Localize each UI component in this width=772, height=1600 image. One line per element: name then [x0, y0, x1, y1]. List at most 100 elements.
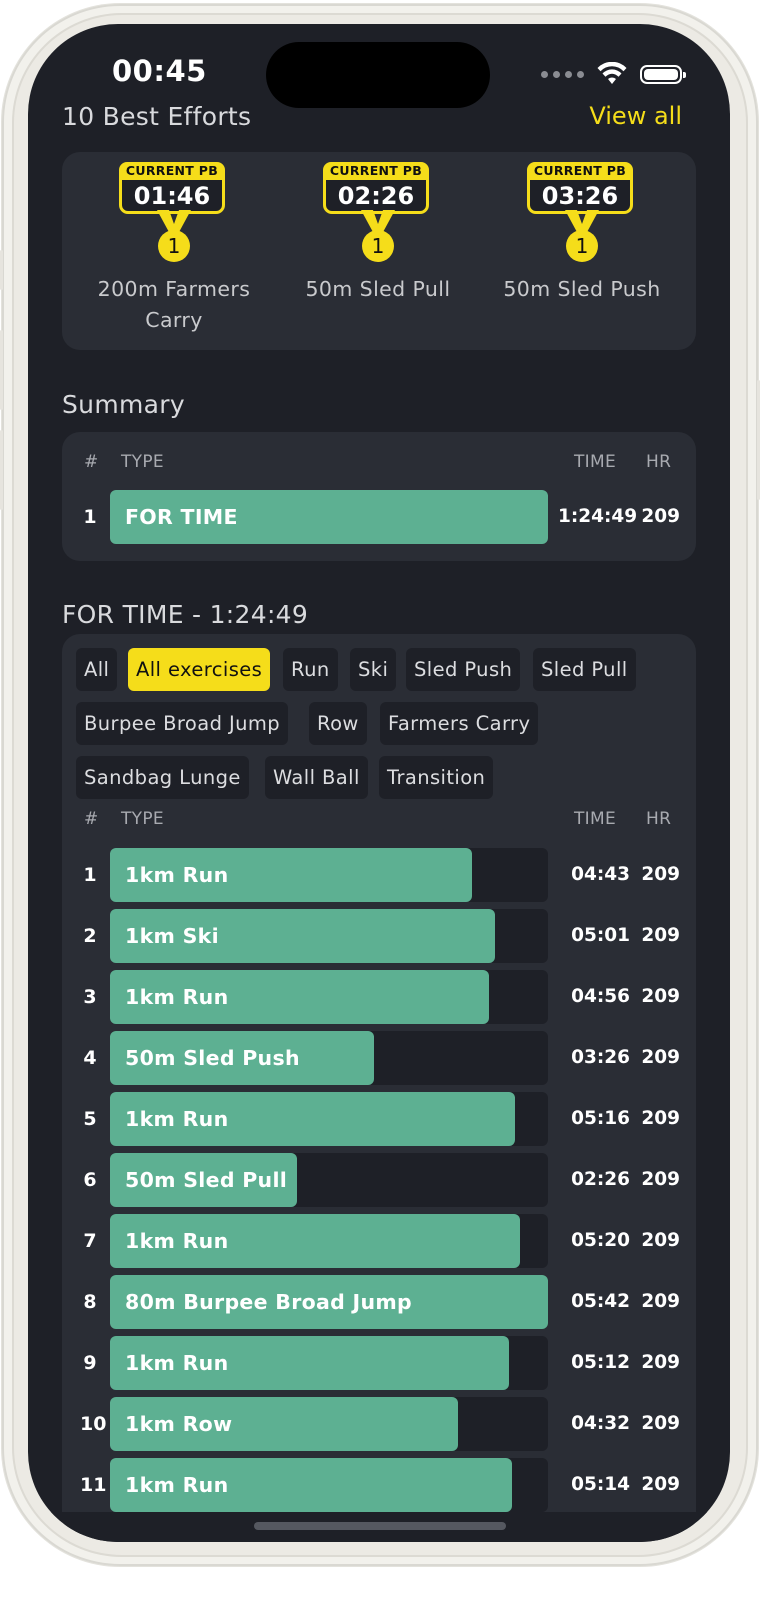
- medal-icon: CURRENT PB 01:46 1: [119, 162, 229, 274]
- segment-row[interactable]: 1 1km Run 04:43 209: [62, 848, 696, 902]
- row-time: 03:26: [571, 1047, 630, 1068]
- filter-chip-ski[interactable]: Ski: [350, 648, 397, 691]
- row-number: 10: [80, 1413, 107, 1435]
- segment-row[interactable]: 10 1km Row 04:32 209: [62, 1397, 696, 1451]
- segment-row[interactable]: 5 1km Run 05:16 209: [62, 1092, 696, 1146]
- filter-chip-sled-push[interactable]: Sled Push: [406, 648, 521, 691]
- row-time: 05:12: [571, 1352, 630, 1373]
- pb-tag: CURRENT PB: [323, 162, 429, 180]
- filter-chip-sandbag-lunge[interactable]: Sandbag Lunge: [76, 756, 249, 799]
- row-type: 50m Sled Pull: [125, 1168, 288, 1192]
- row-type: 1km Run: [125, 863, 229, 887]
- pb-rank: 1: [158, 230, 190, 262]
- filter-chip-run[interactable]: Run: [283, 648, 338, 691]
- detail-title: FOR TIME - 1:24:49: [62, 600, 309, 629]
- row-time: 05:42: [571, 1291, 630, 1312]
- col-header-type: TYPE: [121, 809, 164, 829]
- row-number: 6: [83, 1169, 97, 1191]
- signal-dots-icon: [541, 70, 584, 78]
- row-number: 7: [83, 1230, 97, 1252]
- filter-chip-transition[interactable]: Transition: [379, 756, 494, 799]
- segment-row[interactable]: 7 1km Run 05:20 209: [62, 1214, 696, 1268]
- row-bar-track: 1km Run: [110, 1092, 548, 1146]
- side-button-left-3: [0, 430, 3, 510]
- row-number: 8: [83, 1291, 97, 1313]
- summary-title: Summary: [62, 390, 185, 419]
- summary-row[interactable]: 1 FOR TIME 1:24:49 209: [62, 490, 696, 544]
- row-time: 02:26: [571, 1169, 630, 1190]
- row-type: 1km Run: [125, 1107, 229, 1131]
- row-number: 2: [83, 925, 97, 947]
- row-type: FOR TIME: [125, 505, 238, 529]
- row-time: 05:16: [571, 1108, 630, 1129]
- segment-row[interactable]: 8 80m Burpee Broad Jump 05:42 209: [62, 1275, 696, 1329]
- pb-time: 03:26: [541, 182, 619, 210]
- best-effort-item[interactable]: CURRENT PB 03:26 1 50m Sled Push: [482, 162, 682, 305]
- row-number: 1: [83, 506, 97, 528]
- best-efforts-card: CURRENT PB 01:46 1 200m Farmers Carry CU…: [62, 152, 696, 350]
- medal-icon: CURRENT PB 02:26 1: [323, 162, 433, 274]
- row-type: 1km Run: [125, 1229, 229, 1253]
- row-number: 3: [83, 986, 97, 1008]
- best-effort-item[interactable]: CURRENT PB 01:46 1 200m Farmers Carry: [74, 162, 274, 336]
- row-bar-track: 1km Run: [110, 848, 548, 902]
- dynamic-island: [266, 42, 490, 108]
- row-number: 5: [83, 1108, 97, 1130]
- segment-row[interactable]: 9 1km Run 05:12 209: [62, 1336, 696, 1390]
- filter-chip-all[interactable]: All: [76, 648, 118, 691]
- side-button-right: [757, 380, 760, 500]
- row-type: 1km Run: [125, 1473, 229, 1497]
- filter-chip-wall-ball[interactable]: Wall Ball: [265, 756, 368, 799]
- row-time: 1:24:49: [558, 506, 638, 527]
- col-header-type: TYPE: [121, 452, 164, 472]
- segment-row[interactable]: 3 1km Run 04:56 209: [62, 970, 696, 1024]
- segment-row[interactable]: 2 1km Ski 05:01 209: [62, 909, 696, 963]
- medal-icon: CURRENT PB 03:26 1: [527, 162, 637, 274]
- row-number: 4: [83, 1047, 97, 1069]
- segment-row[interactable]: 11 1km Run 05:14 209: [62, 1458, 696, 1512]
- row-type: 1km Run: [125, 985, 229, 1009]
- row-hr: 209: [641, 1474, 680, 1495]
- view-all-link[interactable]: View all: [589, 102, 682, 130]
- row-bar-track: 1km Run: [110, 1458, 548, 1512]
- detail-card: All All exercises Run Ski Sled Push Sled…: [62, 634, 696, 1534]
- row-type: 50m Sled Push: [125, 1046, 300, 1070]
- row-bar-track: 1km Run: [110, 970, 548, 1024]
- row-type: 1km Run: [125, 1351, 229, 1375]
- row-bar-track: 50m Sled Push: [110, 1031, 548, 1085]
- screen: 00:45 10 Best Efforts View all CURRENT P…: [28, 24, 730, 1542]
- row-hr: 209: [641, 986, 680, 1007]
- filter-chip-burpee-broad-jump[interactable]: Burpee Broad Jump: [76, 702, 289, 745]
- row-time: 05:14: [571, 1474, 630, 1495]
- pb-tag: CURRENT PB: [527, 162, 633, 180]
- pb-rank: 1: [566, 230, 598, 262]
- home-indicator[interactable]: [254, 1522, 506, 1530]
- row-number: 9: [83, 1352, 97, 1374]
- best-efforts-title: 10 Best Efforts: [62, 102, 252, 131]
- row-hr: 209: [641, 1352, 680, 1373]
- row-time: 05:01: [571, 925, 630, 946]
- status-time: 00:45: [112, 54, 207, 88]
- pb-label: 50m Sled Push: [503, 277, 661, 301]
- row-hr: 209: [641, 1108, 680, 1129]
- row-bar-track: 1km Ski: [110, 909, 548, 963]
- col-header-hr: HR: [646, 452, 672, 472]
- filter-chip-sled-pull[interactable]: Sled Pull: [533, 648, 636, 691]
- row-bar-track: 1km Row: [110, 1397, 548, 1451]
- row-hr: 209: [641, 1230, 680, 1251]
- col-header-num: #: [84, 809, 99, 829]
- col-header-time: TIME: [574, 809, 617, 829]
- row-time: 04:32: [571, 1413, 630, 1434]
- best-effort-item[interactable]: CURRENT PB 02:26 1 50m Sled Pull: [278, 162, 478, 305]
- col-header-num: #: [84, 452, 99, 472]
- row-type: 1km Ski: [125, 924, 219, 948]
- row-hr: 209: [641, 506, 680, 527]
- filter-chip-farmers-carry[interactable]: Farmers Carry: [380, 702, 539, 745]
- filter-chip-row[interactable]: Row: [309, 702, 367, 745]
- segment-row[interactable]: 4 50m Sled Push 03:26 209: [62, 1031, 696, 1085]
- status-icons: [541, 62, 686, 86]
- row-hr: 209: [641, 1291, 680, 1312]
- wifi-icon: [597, 62, 627, 84]
- filter-chip-all-exercises[interactable]: All exercises: [128, 648, 271, 691]
- segment-row[interactable]: 6 50m Sled Pull 02:26 209: [62, 1153, 696, 1207]
